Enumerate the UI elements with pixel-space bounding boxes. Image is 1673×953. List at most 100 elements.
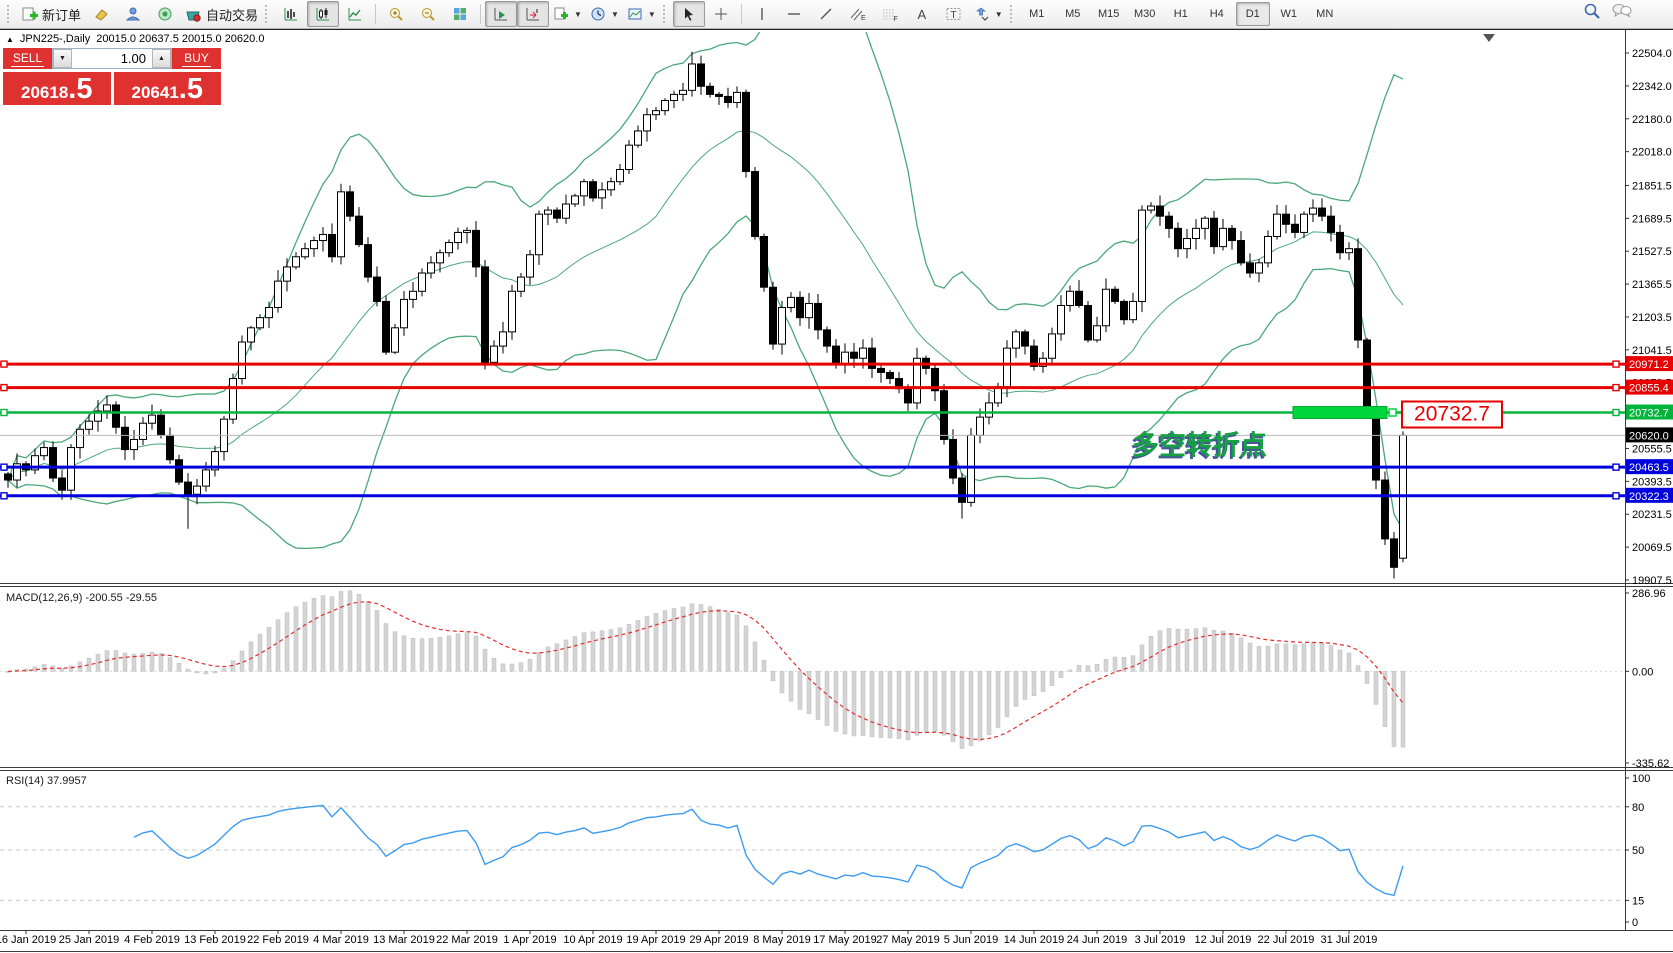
candle-body bbox=[1058, 305, 1065, 333]
templates-button[interactable]: ▼ bbox=[623, 1, 660, 27]
macd-histogram-bar bbox=[1221, 631, 1225, 671]
candle-body bbox=[635, 131, 642, 145]
level-handle[interactable] bbox=[1613, 385, 1619, 391]
clock-icon bbox=[590, 6, 606, 22]
buy-price-display[interactable]: 20641.5 bbox=[114, 72, 222, 105]
macd-histogram-bar bbox=[447, 636, 451, 672]
fibonacci-button[interactable]: F bbox=[874, 1, 906, 27]
sell-button[interactable]: SELL bbox=[3, 48, 52, 69]
macd-histogram-bar bbox=[798, 671, 802, 709]
eraser-button[interactable] bbox=[85, 1, 117, 27]
candle-body bbox=[167, 435, 174, 459]
axis-tick-label: 21365.5 bbox=[1632, 279, 1672, 291]
periods-button[interactable]: ▼ bbox=[586, 1, 623, 27]
level-handle[interactable] bbox=[1, 493, 7, 499]
level-handle[interactable] bbox=[1613, 464, 1619, 470]
arrows-button[interactable]: ▼ bbox=[970, 1, 1007, 27]
profile-button[interactable] bbox=[117, 1, 149, 27]
macd-histogram-bar bbox=[1356, 666, 1360, 672]
timeframe-m5[interactable]: M5 bbox=[1056, 2, 1090, 26]
auto-trading-button[interactable]: 自动交易 bbox=[181, 1, 262, 27]
candle-body bbox=[545, 210, 552, 214]
text-label-button[interactable]: T bbox=[938, 1, 970, 27]
zoom-out-button[interactable] bbox=[412, 1, 444, 27]
chart-canvas[interactable]: 20732.7多空转折点多空转折点MACD(12,26,9) -200.55 -… bbox=[0, 30, 1673, 953]
candle-body bbox=[419, 273, 426, 291]
tile-windows-button[interactable] bbox=[444, 1, 476, 27]
chart-line-button[interactable] bbox=[339, 1, 371, 27]
timeframe-m1[interactable]: M1 bbox=[1020, 2, 1054, 26]
toolbar-grip[interactable] bbox=[7, 5, 14, 23]
pivot-text[interactable]: 多空转折点 bbox=[1132, 430, 1267, 461]
timeframe-h4[interactable]: H4 bbox=[1200, 2, 1234, 26]
macd-histogram-bar bbox=[843, 671, 847, 734]
candle-body bbox=[599, 190, 606, 198]
level-handle[interactable] bbox=[1613, 493, 1619, 499]
timeframe-m15[interactable]: M15 bbox=[1092, 2, 1126, 26]
level-handle[interactable] bbox=[1613, 361, 1619, 367]
buy-button[interactable]: BUY bbox=[172, 48, 221, 69]
chart-candles-button[interactable] bbox=[307, 1, 339, 27]
macd-histogram-bar bbox=[582, 633, 586, 672]
macd-histogram-bar bbox=[915, 671, 919, 735]
search-icon[interactable] bbox=[1583, 2, 1601, 20]
macd-histogram-bar bbox=[1266, 646, 1270, 671]
timeframe-w1[interactable]: W1 bbox=[1272, 2, 1306, 26]
channel-button[interactable]: E bbox=[842, 1, 874, 27]
date-label: 22 Jul 2019 bbox=[1258, 934, 1315, 946]
candle-body bbox=[905, 389, 912, 403]
timeframe-m30[interactable]: M30 bbox=[1128, 2, 1162, 26]
level-handle[interactable] bbox=[1, 361, 7, 367]
macd-histogram-bar bbox=[1203, 628, 1207, 672]
macd-histogram-bar bbox=[951, 671, 955, 741]
macd-histogram-bar bbox=[1257, 646, 1261, 671]
macd-histogram-bar bbox=[1248, 643, 1252, 671]
candle-body bbox=[1292, 224, 1299, 232]
candle-body bbox=[1265, 236, 1272, 262]
cursor-button[interactable] bbox=[673, 1, 705, 27]
signal-button[interactable] bbox=[149, 1, 181, 27]
text-button[interactable]: A bbox=[906, 1, 938, 27]
chat-icon[interactable] bbox=[1611, 2, 1633, 20]
timeframe-h1[interactable]: H1 bbox=[1164, 2, 1198, 26]
volume-decrease-button[interactable]: ▼ bbox=[53, 49, 72, 68]
auto-scroll-button[interactable] bbox=[485, 1, 517, 27]
pivot-highlight-bar[interactable] bbox=[1293, 407, 1387, 419]
candle-body bbox=[482, 267, 489, 362]
sell-price-display[interactable]: 20618.5 bbox=[3, 72, 111, 105]
candle-body bbox=[131, 439, 138, 449]
indicators-button[interactable]: ▼ bbox=[549, 1, 586, 27]
pivot-handle[interactable] bbox=[1389, 409, 1396, 416]
candle-body bbox=[1391, 539, 1398, 567]
candle-body bbox=[1184, 239, 1191, 249]
new-order-button[interactable]: 新订单 bbox=[17, 1, 85, 27]
candle-body bbox=[464, 230, 471, 232]
crosshair-button[interactable] bbox=[705, 1, 737, 27]
chart-bars-button[interactable] bbox=[275, 1, 307, 27]
level-handle[interactable] bbox=[1, 410, 7, 416]
macd-histogram-bar bbox=[699, 604, 703, 671]
zoom-in-button[interactable] bbox=[380, 1, 412, 27]
horizontal-line-button[interactable] bbox=[778, 1, 810, 27]
timeframe-d1[interactable]: D1 bbox=[1236, 2, 1270, 26]
level-handle[interactable] bbox=[1613, 410, 1619, 416]
vertical-line-button[interactable] bbox=[746, 1, 778, 27]
collapse-triangle-icon[interactable]: ▲ bbox=[6, 35, 14, 44]
trendline-button[interactable] bbox=[810, 1, 842, 27]
volume-input[interactable]: 1.00 bbox=[72, 49, 152, 68]
scroll-marker-icon[interactable] bbox=[1483, 34, 1495, 42]
macd-histogram-bar bbox=[978, 671, 982, 741]
macd-histogram-bar bbox=[1005, 671, 1009, 717]
volume-increase-button[interactable]: ▲ bbox=[152, 49, 171, 68]
chart-shift-button[interactable] bbox=[517, 1, 549, 27]
macd-histogram-bar bbox=[393, 632, 397, 672]
macd-histogram-bar bbox=[663, 611, 667, 672]
macd-histogram-bar bbox=[339, 591, 343, 671]
level-handle[interactable] bbox=[1, 464, 7, 470]
candle-body bbox=[770, 287, 777, 344]
timeframe-mn[interactable]: MN bbox=[1308, 2, 1342, 26]
macd-histogram-bar bbox=[1059, 671, 1063, 677]
axis-tick-label: 20393.5 bbox=[1632, 476, 1672, 488]
candle-body bbox=[572, 196, 579, 204]
level-handle[interactable] bbox=[1, 385, 7, 391]
